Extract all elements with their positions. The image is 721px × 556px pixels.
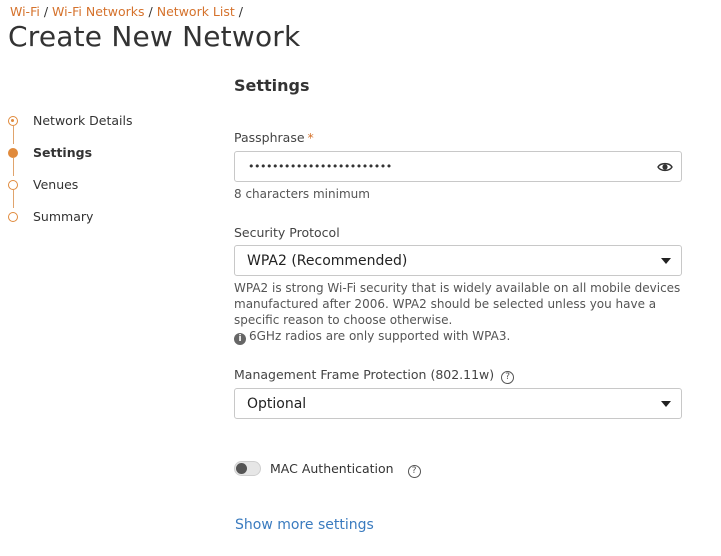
passphrase-value[interactable]: ••••••••••••••••••••••••	[248, 160, 392, 173]
passphrase-input[interactable]: ••••••••••••••••••••••••	[234, 151, 682, 182]
caret-down-icon[interactable]	[661, 401, 671, 407]
step-label: Network Details	[33, 113, 133, 128]
info-icon: i	[234, 333, 246, 345]
toggle-knob	[236, 463, 247, 474]
security-protocol-note-text: 6GHz radios are only supported with WPA3…	[249, 329, 511, 343]
help-icon[interactable]: ?	[407, 465, 421, 478]
security-protocol-label: Security Protocol	[234, 225, 340, 240]
help-icon[interactable]: ?	[501, 371, 515, 384]
mgmt-frame-protection-label: Management Frame Protection (802.11w)?	[234, 367, 515, 384]
caret-down-icon[interactable]	[661, 258, 671, 264]
security-protocol-value: WPA2 (Recommended)	[247, 253, 408, 269]
passphrase-label-text: Passphrase	[234, 130, 305, 145]
required-marker: *	[307, 130, 314, 145]
step-label: Summary	[33, 209, 94, 224]
step-pending-icon	[8, 180, 18, 190]
step-label: Settings	[33, 145, 93, 160]
step-pending-icon	[8, 212, 18, 222]
step-active-icon	[8, 148, 18, 158]
security-protocol-description: WPA2 is strong Wi-Fi security that is wi…	[234, 281, 681, 327]
step-summary[interactable]: Summary	[8, 208, 208, 228]
breadcrumb-separator: /	[238, 4, 243, 19]
step-network-details[interactable]: Network Details	[8, 112, 208, 132]
security-protocol-select[interactable]: WPA2 (Recommended)	[234, 245, 682, 276]
mgmt-frame-protection-select[interactable]: Optional	[234, 388, 682, 419]
eye-icon[interactable]	[657, 160, 673, 174]
step-venues[interactable]: Venues	[8, 176, 208, 196]
mac-authentication-label-text: MAC Authentication	[270, 461, 394, 476]
show-more-settings-link[interactable]: Show more settings	[235, 517, 374, 533]
page-title: Create New Network	[8, 20, 301, 53]
breadcrumb-separator: /	[43, 4, 49, 19]
step-settings[interactable]: Settings	[8, 144, 208, 164]
mgmt-frame-protection-value: Optional	[247, 396, 307, 412]
breadcrumb: Wi-Fi / Wi-Fi Networks / Network List /	[10, 4, 247, 19]
breadcrumb-wifi[interactable]: Wi-Fi	[10, 4, 40, 19]
breadcrumb-separator: /	[148, 4, 153, 19]
security-protocol-note: i 6GHz radios are only supported with WPA…	[234, 329, 510, 345]
breadcrumb-wifi-networks[interactable]: Wi-Fi Networks	[52, 4, 145, 19]
step-label: Venues	[33, 177, 79, 192]
mac-authentication-label: MAC Authentication?	[270, 461, 421, 478]
mgmt-frame-protection-label-text: Management Frame Protection (802.11w)	[234, 367, 495, 382]
step-done-icon	[8, 116, 18, 126]
mac-authentication-toggle[interactable]	[234, 461, 261, 476]
passphrase-hint: 8 characters minimum	[234, 187, 370, 201]
passphrase-label: Passphrase *	[234, 130, 314, 145]
section-title: Settings	[234, 76, 310, 95]
breadcrumb-network-list[interactable]: Network List	[157, 4, 235, 19]
